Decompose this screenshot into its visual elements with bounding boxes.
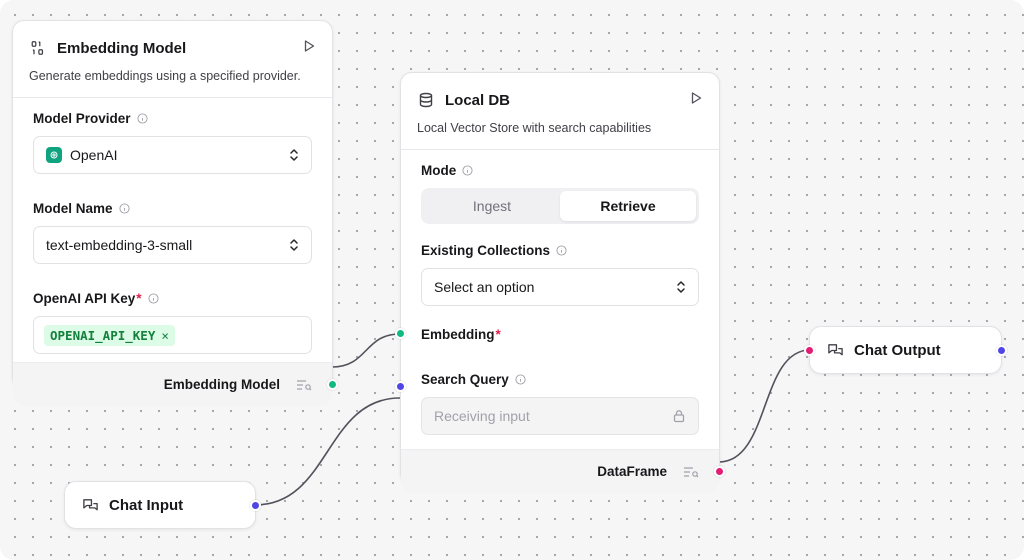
info-icon <box>118 202 130 214</box>
embedding-input-handle[interactable] <box>395 328 406 339</box>
chat-input-node[interactable]: Chat Input <box>64 481 261 529</box>
node-output-row: Embedding Model <box>13 362 338 406</box>
chat-icon <box>826 341 844 359</box>
edge-chatinput-to-localdb[interactable] <box>254 397 401 506</box>
api-key-chip: OPENAI_API_KEY × <box>44 324 175 346</box>
edge-localdb-to-chatoutput[interactable] <box>718 349 811 463</box>
api-key-input[interactable]: OPENAI_API_KEY × <box>33 316 312 354</box>
flow-canvas[interactable]: Embedding Model Generate embeddings usin… <box>0 0 1024 560</box>
info-icon <box>515 373 526 385</box>
output-label: DataFrame <box>597 464 667 479</box>
embedding-input-label: Embedding * <box>395 324 699 344</box>
model-provider-label: Model Provider <box>33 108 312 128</box>
close-icon[interactable]: × <box>161 328 169 343</box>
play-icon[interactable] <box>302 39 316 53</box>
output-label: Embedding Model <box>163 377 280 392</box>
database-icon <box>417 91 435 109</box>
openai-icon <box>46 147 62 163</box>
embedding-model-node[interactable]: Embedding Model Generate embeddings usin… <box>12 20 338 406</box>
info-icon <box>556 244 567 256</box>
node-title: Embedding Model <box>57 39 187 57</box>
mode-option-ingest[interactable]: Ingest <box>424 191 560 221</box>
search-query-label: Search Query <box>395 369 699 392</box>
chevron-up-down-icon <box>290 149 298 161</box>
mode-label: Mode <box>421 160 699 180</box>
chat-output-node[interactable]: Chat Output <box>804 326 1007 374</box>
model-provider-select[interactable]: OpenAI <box>33 136 312 174</box>
output-handle[interactable] <box>714 466 725 477</box>
edge-embedding-to-localdb[interactable] <box>331 333 401 368</box>
chevron-up-down-icon <box>677 281 685 293</box>
node-title: Chat Output <box>854 341 941 359</box>
model-name-label: Model Name <box>33 198 312 218</box>
collections-select[interactable]: Select an option <box>421 268 699 306</box>
mode-toggle: Ingest Retrieve <box>421 188 699 224</box>
mode-option-retrieve[interactable]: Retrieve <box>560 191 696 221</box>
play-icon[interactable] <box>689 91 703 105</box>
node-description: Local Vector Store with search capabilit… <box>417 121 652 135</box>
local-db-node[interactable]: Local DB Local Vector Store with search … <box>395 72 725 493</box>
search-query-input: Receiving input <box>421 397 699 435</box>
node-title: Chat Input <box>109 496 184 514</box>
api-key-label: OpenAI API Key * <box>33 288 312 308</box>
chat-icon <box>81 496 99 514</box>
output-handle[interactable] <box>327 379 338 390</box>
chevron-up-down-icon <box>290 239 298 251</box>
info-icon <box>148 292 159 304</box>
model-name-select[interactable]: text-embedding-3-small <box>33 226 312 264</box>
collections-label: Existing Collections <box>421 240 699 260</box>
input-handle[interactable] <box>804 345 815 356</box>
search-query-input-handle[interactable] <box>395 381 406 392</box>
list-search-icon[interactable] <box>683 466 699 478</box>
info-icon <box>462 164 473 176</box>
binary-icon <box>29 39 47 57</box>
list-search-icon[interactable] <box>296 379 312 391</box>
node-description: Generate embeddings using a specified pr… <box>29 69 301 83</box>
output-handle[interactable] <box>996 345 1007 356</box>
info-icon <box>136 112 148 124</box>
lock-icon <box>673 410 685 423</box>
node-output-row: DataFrame <box>401 449 725 493</box>
output-handle[interactable] <box>250 500 261 511</box>
node-title: Local DB <box>445 91 511 109</box>
